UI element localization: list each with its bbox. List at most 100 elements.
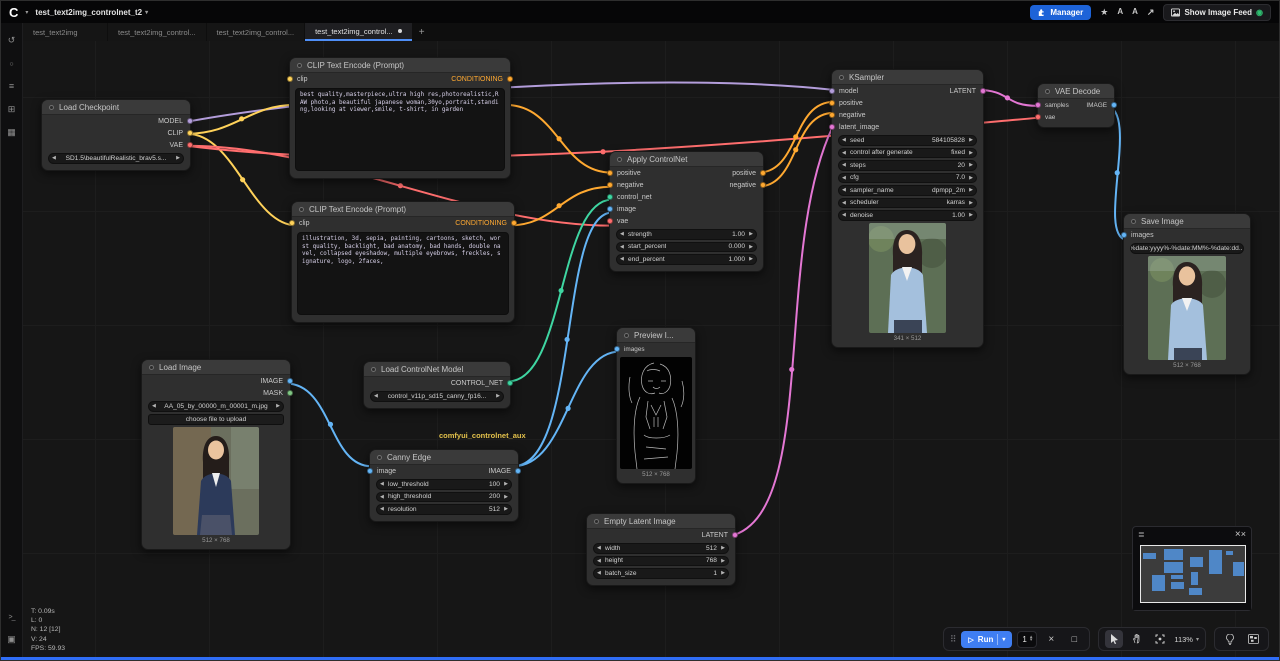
workflow-name-menu[interactable]: test_text2img_controlnet_t2	[35, 8, 148, 17]
width-widget[interactable]: width512	[593, 543, 729, 554]
node-vae-decode[interactable]: VAE Decode samples IMAGE vae	[1037, 83, 1115, 128]
next-arrow-icon[interactable]	[496, 392, 500, 401]
end-percent-widget[interactable]: end_percent1.000	[616, 254, 757, 265]
input-pin-negative[interactable]	[829, 112, 835, 118]
collapse-dot-icon[interactable]	[1131, 219, 1136, 224]
node-load-image[interactable]: Load Image IMAGE MASK AA_05_by_00000_m_0…	[141, 359, 291, 550]
resolution-widget[interactable]: resolution512	[376, 504, 512, 515]
start-percent-widget[interactable]: start_percent0.000	[616, 242, 757, 253]
controlnet-name-widget[interactable]: control_v11p_sd15_canny_fp16...	[370, 391, 504, 402]
star-icon[interactable]	[1100, 8, 1108, 17]
output-pin-conditioning[interactable]	[511, 220, 517, 226]
input-pin-positive[interactable]	[607, 170, 613, 176]
strength-widget[interactable]: strength1.00	[616, 229, 757, 240]
toggle-minimap-button[interactable]	[1244, 630, 1262, 648]
high-threshold-widget[interactable]: high_threshold200	[376, 492, 512, 503]
prev-arrow-icon[interactable]	[152, 402, 156, 411]
node-graph-canvas[interactable]: Load Checkpoint MODEL CLIP VAE SD1.5\bea…	[1, 1, 1279, 660]
prev-arrow-icon[interactable]	[52, 154, 56, 163]
clear-queue-icon[interactable]	[1042, 630, 1060, 648]
next-arrow-icon[interactable]	[176, 154, 180, 163]
show-image-feed-button[interactable]: Show Image Feed	[1163, 4, 1271, 21]
share-icon[interactable]	[1147, 8, 1155, 17]
zoom-level-dropdown[interactable]: 113%	[1174, 635, 1199, 644]
collapse-dot-icon[interactable]	[299, 207, 304, 212]
steps-widget[interactable]: steps20	[838, 160, 977, 171]
tab-workflow-2[interactable]: test_text2img_control...	[108, 23, 206, 41]
output-pin-negative[interactable]	[760, 182, 766, 188]
workflow-history-icon[interactable]	[8, 36, 16, 45]
collapse-dot-icon[interactable]	[624, 333, 629, 338]
seed-widget[interactable]: seed584105828	[838, 135, 977, 146]
input-pin-model[interactable]	[829, 88, 835, 94]
fit-view-button[interactable]	[1151, 630, 1169, 648]
count-spinner[interactable]: ▴▾	[1030, 636, 1033, 642]
node-clip-text-encode-positive[interactable]: CLIP Text Encode (Prompt) clip CONDITION…	[289, 57, 511, 179]
output-pin-positive[interactable]	[760, 170, 766, 176]
tab-workflow-4-active[interactable]: test_text2img_control...	[305, 23, 412, 41]
manager-button[interactable]: Manager	[1030, 5, 1091, 20]
minimap-close-icon[interactable]: ×	[1235, 529, 1246, 540]
collapse-dot-icon[interactable]	[1045, 89, 1050, 94]
collapse-dot-icon[interactable]	[49, 105, 54, 110]
input-pin-control-net[interactable]	[607, 194, 613, 200]
batch-count-input[interactable]: 1▴▾	[1017, 631, 1037, 648]
node-save-image[interactable]: Save Image images %date:yyyy%-%date:MM%-…	[1123, 213, 1251, 375]
node-load-checkpoint[interactable]: Load Checkpoint MODEL CLIP VAE SD1.5\bea…	[41, 99, 191, 171]
input-pin-images[interactable]	[1121, 232, 1127, 238]
node-library-icon[interactable]	[9, 82, 14, 91]
negative-prompt-textarea[interactable]: illustration, 3d, sepia, painting, carto…	[297, 232, 509, 315]
scheduler-widget[interactable]: schedulerkarras	[838, 198, 977, 209]
input-pin-images[interactable]	[614, 346, 620, 352]
output-pin-mask[interactable]	[287, 390, 293, 396]
minimap-panel[interactable]: ×	[1132, 526, 1252, 611]
output-pin-model[interactable]	[187, 118, 193, 124]
sampler-name-widget[interactable]: sampler_namedpmpp_2m	[838, 185, 977, 196]
prev-arrow-icon[interactable]	[374, 392, 378, 401]
batch-size-widget[interactable]: batch_size1	[593, 568, 729, 579]
notification-a2-icon[interactable]: A	[1132, 8, 1138, 16]
model-library-icon[interactable]	[8, 105, 16, 114]
run-options-chevron-icon[interactable]	[1002, 636, 1005, 643]
output-pin-image[interactable]	[287, 378, 293, 384]
height-widget[interactable]: height768	[593, 556, 729, 567]
input-pin-clip[interactable]	[287, 76, 293, 82]
input-pin-positive[interactable]	[829, 100, 835, 106]
positive-prompt-textarea[interactable]: best quality,masterpiece,ultra high res,…	[295, 88, 505, 171]
tab-workflow-1[interactable]: test_text2img	[23, 23, 107, 41]
templates-icon[interactable]	[7, 635, 16, 644]
new-workflow-button[interactable]	[413, 23, 431, 41]
output-pin-latent[interactable]	[732, 532, 738, 538]
input-pin-negative[interactable]	[607, 182, 613, 188]
output-pin-clip[interactable]	[187, 130, 193, 136]
minimap-area[interactable]	[1133, 542, 1251, 610]
ckpt-name-widget[interactable]: SD1.5\beautifulRealistic_brav5.s...	[48, 153, 184, 164]
collapse-dot-icon[interactable]	[297, 63, 302, 68]
cfg-widget[interactable]: cfg7.0	[838, 173, 977, 184]
node-apply-controlnet[interactable]: Apply ControlNet positive positive negat…	[609, 151, 764, 272]
filename-prefix-widget[interactable]: %date:yyyy%-%date:MM%-%date:dd...	[1130, 243, 1244, 254]
input-pin-image[interactable]	[607, 206, 613, 212]
output-pin-control-net[interactable]	[507, 380, 513, 386]
upload-button[interactable]: choose file to upload	[148, 414, 284, 425]
next-arrow-icon[interactable]	[276, 402, 280, 411]
output-pin-vae[interactable]	[187, 142, 193, 148]
collapse-dot-icon[interactable]	[377, 455, 382, 460]
denoise-widget[interactable]: denoise1.00	[838, 210, 977, 221]
notification-a-icon[interactable]: A	[1117, 8, 1123, 16]
input-pin-image[interactable]	[367, 468, 373, 474]
node-canny-edge[interactable]: Canny Edge image IMAGE low_threshold100 …	[369, 449, 519, 522]
stop-icon[interactable]	[1065, 630, 1083, 648]
node-clip-text-encode-negative[interactable]: CLIP Text Encode (Prompt) clip CONDITION…	[291, 201, 515, 323]
tab-workflow-3[interactable]: test_text2img_control...	[207, 23, 305, 41]
comfyui-logo[interactable]: C	[9, 6, 18, 19]
queue-icon[interactable]	[9, 59, 13, 68]
minimap-layers-icon[interactable]	[1138, 530, 1145, 539]
collapse-dot-icon[interactable]	[594, 519, 599, 524]
input-pin-vae[interactable]	[1035, 114, 1041, 120]
node-title-bar[interactable]: Load Checkpoint	[42, 100, 190, 115]
collapse-dot-icon[interactable]	[617, 157, 622, 162]
collapse-dot-icon[interactable]	[371, 367, 376, 372]
low-threshold-widget[interactable]: low_threshold100	[376, 479, 512, 490]
select-tool-button[interactable]	[1105, 630, 1123, 648]
